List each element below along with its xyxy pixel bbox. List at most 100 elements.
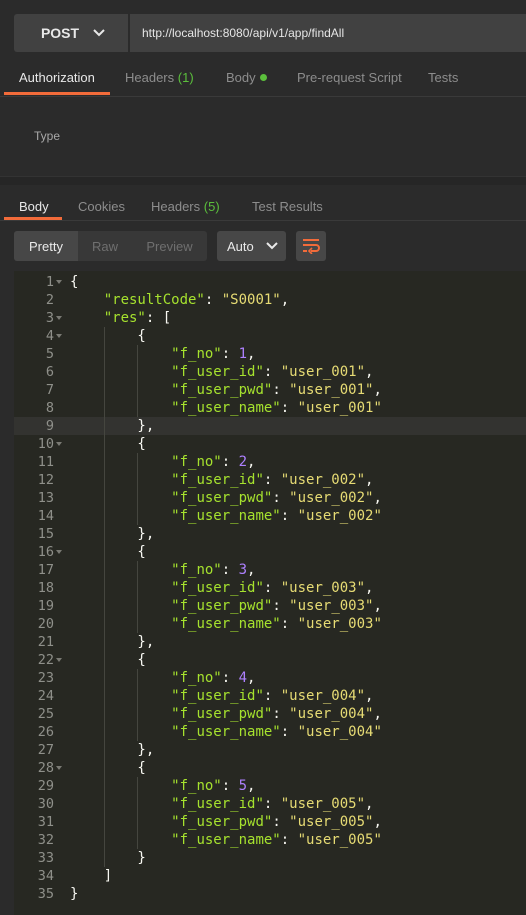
- code-line: 7 "f_user_pwd": "user_001",: [14, 381, 526, 399]
- view-pretty-button[interactable]: Pretty: [14, 231, 78, 261]
- code-text: "resultCode": "S0001",: [103, 292, 290, 308]
- response-body-code[interactable]: 1 {2 "resultCode": "S0001", 3 "res": [4 {5…: [14, 271, 526, 915]
- code-text: },: [70, 526, 155, 542]
- fold-arrow-icon[interactable]: [56, 316, 62, 320]
- code-text: "f_user_name": "user_001": [171, 400, 382, 416]
- code-line: 32 "f_user_name": "user_005": [14, 831, 526, 849]
- line-number: 27: [37, 742, 54, 758]
- code-text: "f_no": 5,: [171, 778, 256, 794]
- view-mode-group: Pretty Raw Preview: [14, 231, 207, 261]
- response-toolbar: Pretty Raw Preview Auto: [0, 221, 526, 271]
- code-line: 9 },: [14, 417, 526, 435]
- code-line: 3 "res": [: [14, 309, 526, 327]
- code-line: 6 "f_user_id": "user_001",: [14, 363, 526, 381]
- line-number: 19: [37, 598, 54, 614]
- line-number: 30: [37, 796, 54, 812]
- code-line: 19 "f_user_pwd": "user_003",: [14, 597, 526, 615]
- tab-cookies[interactable]: Cookies: [78, 195, 125, 223]
- code-text: "f_user_pwd": "user_005",: [171, 814, 382, 830]
- tab-tests[interactable]: Tests: [428, 66, 458, 94]
- line-number: 4: [45, 328, 54, 344]
- code-line: 12 "f_user_id": "user_002",: [14, 471, 526, 489]
- code-text: },: [70, 742, 155, 758]
- code-text: "f_user_id": "user_004",: [171, 688, 374, 704]
- code-text: "f_no": 3,: [171, 562, 256, 578]
- code-text: "f_user_pwd": "user_001",: [171, 382, 382, 398]
- line-number: 20: [37, 616, 54, 632]
- line-number: 1: [45, 274, 54, 290]
- code-line: 21 },: [14, 633, 526, 651]
- code-text: "f_user_name": "user_003": [171, 616, 382, 632]
- code-line: 5 "f_no": 1,: [14, 345, 526, 363]
- code-text: "f_user_pwd": "user_003",: [171, 598, 382, 614]
- method-selector[interactable]: POST: [14, 14, 128, 52]
- code-text: {: [70, 436, 146, 452]
- fold-arrow-icon[interactable]: [56, 334, 62, 338]
- tab-label: Body: [226, 70, 256, 85]
- code-text: "f_user_name": "user_004": [171, 724, 382, 740]
- code-line: 23 "f_no": 4,: [14, 669, 526, 687]
- code-text: "f_user_id": "user_002",: [171, 472, 374, 488]
- active-tab-indicator: [4, 92, 110, 95]
- method-label: POST: [40, 25, 80, 41]
- tab-test-results[interactable]: Test Results: [252, 195, 323, 223]
- wrap-lines-button[interactable]: [296, 231, 326, 261]
- code-text: "f_no": 2,: [171, 454, 256, 470]
- code-line: 26 "f_user_name": "user_004": [14, 723, 526, 741]
- line-number: 7: [45, 382, 54, 398]
- fold-arrow-icon[interactable]: [56, 658, 62, 662]
- tab-pre-request-script[interactable]: Pre-request Script: [297, 66, 402, 94]
- tab-label: Pre-request Script: [297, 70, 402, 85]
- code-line: 8 "f_user_name": "user_001": [14, 399, 526, 417]
- tab-label: Tests: [428, 70, 459, 85]
- code-text: {: [70, 760, 146, 776]
- tab-authorization[interactable]: Authorization: [19, 66, 95, 94]
- response-tabs: Body Cookies Headers (5) Test Results: [0, 184, 526, 221]
- tab-count-badge: (1): [177, 70, 194, 85]
- line-number: 25: [37, 706, 54, 722]
- line-number: 22: [37, 652, 54, 668]
- fold-arrow-icon[interactable]: [56, 766, 62, 770]
- code-line: 20 "f_user_name": "user_003": [14, 615, 526, 633]
- fold-arrow-icon[interactable]: [56, 280, 62, 284]
- line-number: 14: [37, 508, 54, 524]
- line-number: 24: [37, 688, 54, 704]
- format-dropdown[interactable]: Auto: [217, 231, 286, 261]
- request-url-bar: POST http://localhost:8080/api/v1/app/fi…: [0, 0, 526, 66]
- line-number: 34: [37, 868, 54, 884]
- url-input[interactable]: http://localhost:8080/api/v1/app/findAll: [130, 14, 526, 52]
- line-number: 5: [45, 346, 54, 362]
- line-number: 31: [37, 814, 54, 830]
- code-text: "f_user_id": "user_001",: [171, 364, 374, 380]
- code-line: 16 {: [14, 543, 526, 561]
- tab-headers[interactable]: Headers (1): [125, 66, 194, 94]
- code-line: 13 "f_user_pwd": "user_002",: [14, 489, 526, 507]
- fold-arrow-icon[interactable]: [56, 550, 62, 554]
- code-text: "f_no": 4,: [171, 670, 256, 686]
- code-text: "f_no": 1,: [171, 346, 256, 362]
- code-text: },: [70, 418, 155, 434]
- indent-guide: [103, 327, 105, 867]
- code-line: 4 {: [14, 327, 526, 345]
- line-number: 17: [37, 562, 54, 578]
- line-number: 29: [37, 778, 54, 794]
- indent-guide: [137, 453, 139, 525]
- line-number: 2: [45, 292, 54, 308]
- tab-label: Headers: [151, 199, 201, 214]
- fold-arrow-icon[interactable]: [56, 442, 62, 446]
- code-line: 24 "f_user_id": "user_004",: [14, 687, 526, 705]
- code-text: }: [70, 850, 146, 866]
- code-text: {: [70, 544, 146, 560]
- code-line: 11 "f_no": 2,: [14, 453, 526, 471]
- indent-guide: [137, 777, 139, 849]
- line-number: 8: [45, 400, 54, 416]
- view-raw-button[interactable]: Raw: [78, 231, 132, 261]
- tab-response-headers[interactable]: Headers (5): [151, 195, 220, 223]
- code-text: },: [70, 634, 155, 650]
- view-preview-button[interactable]: Preview: [132, 231, 207, 261]
- tab-body[interactable]: Body: [226, 66, 267, 94]
- code-line: 14 "f_user_name": "user_002": [14, 507, 526, 525]
- authorization-panel: Type: [0, 97, 526, 176]
- code-text: "f_user_pwd": "user_002",: [171, 490, 382, 506]
- indent-guide: [137, 345, 139, 417]
